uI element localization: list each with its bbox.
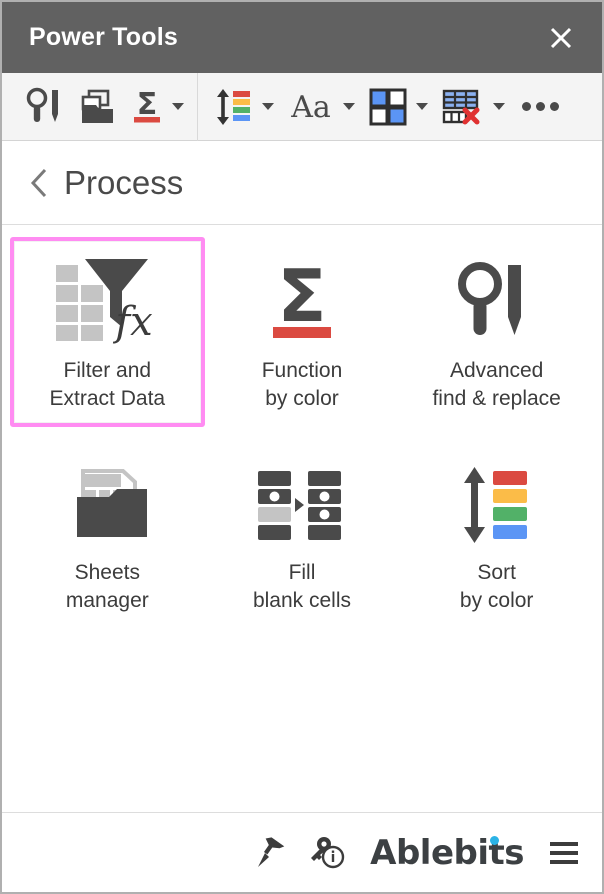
toolbar-ellipsis-icon[interactable] [512, 102, 569, 111]
brand-logo[interactable]: Ablebits [370, 833, 524, 873]
page-title: Power Tools [29, 23, 178, 51]
tool-label-line-1: Filter and [63, 359, 152, 382]
toolbar-caret-sort-by-color[interactable] [262, 103, 274, 110]
arrows-color-bars-icon [451, 455, 543, 555]
tool-tile-label: Function by color [262, 357, 343, 413]
tool-label-line-1: Sheets [74, 561, 141, 584]
svg-text:Aa: Aa [290, 90, 331, 125]
toolbar: Σ Aa [2, 72, 602, 141]
svg-text:Σ: Σ [277, 257, 326, 338]
toolbar-caret-randomize[interactable] [416, 103, 428, 110]
toolbar-arrows-color-bars-icon[interactable] [206, 81, 260, 133]
tool-tile-sort-by-color[interactable]: Sort by color [399, 439, 594, 629]
tools-grid: fx Filter and Extract Data Σ Function by… [10, 237, 594, 629]
toolbar-four-squares-icon[interactable] [362, 81, 414, 133]
tool-label-line-2: by color [459, 589, 534, 612]
tool-label-line-1: Function [261, 359, 343, 382]
tool-label-line-2: find & replace [432, 387, 561, 410]
toolbar-caret-clear-table[interactable] [493, 103, 505, 110]
tool-label-line-2: Extract Data [49, 387, 166, 410]
tool-label-line-1: Fill [288, 561, 316, 584]
sigma-red-underline-icon: Σ [262, 253, 342, 353]
titlebar: Power Tools [2, 2, 602, 73]
tool-label-line-2: by color [265, 387, 339, 410]
tool-tile-filter-and-extract-data[interactable]: fx Filter and Extract Data [10, 237, 205, 427]
toolbar-table-clear-icon[interactable] [435, 81, 491, 133]
tool-tile-advanced-find-replace[interactable]: Advanced find & replace [399, 237, 594, 427]
power-tools-panel: Power Tools Σ Aa Process fx Filter and E… [0, 0, 604, 894]
tool-tile-label: Filter and Extract Data [50, 357, 166, 413]
pin-icon[interactable] [252, 836, 286, 870]
magnifier-pencil-icon [451, 253, 543, 353]
breadcrumb[interactable]: Process [2, 141, 602, 225]
toolbar-folder-sheets-icon[interactable] [72, 81, 124, 133]
folder-sheets-icon [61, 455, 153, 555]
chevron-left-icon[interactable] [28, 166, 50, 200]
close-icon[interactable] [542, 19, 580, 57]
fill-blank-cells-icon [256, 455, 348, 555]
tool-tile-label: Fill blank cells [253, 559, 351, 615]
brand-label: Ablebits [370, 832, 524, 873]
toolbar-magnifier-pencil-icon[interactable] [16, 81, 72, 133]
breadcrumb-label: Process [64, 163, 184, 201]
toolbar-group-2: Aa [206, 73, 569, 140]
tool-tile-fill-blank-cells[interactable]: Fill blank cells [205, 439, 400, 629]
toolbar-aa-text-icon[interactable]: Aa [281, 81, 341, 133]
tool-tile-label: Sort by color [460, 559, 534, 615]
toolbar-caret-function-by-color[interactable] [172, 103, 184, 110]
key-info-icon[interactable] [308, 833, 348, 873]
tools-grid-area: fx Filter and Extract Data Σ Function by… [2, 225, 602, 812]
svg-text:Σ: Σ [137, 87, 158, 122]
svg-text:fx: fx [113, 299, 153, 345]
tool-tile-function-by-color[interactable]: Σ Function by color [205, 237, 400, 427]
toolbar-sigma-red-underline-icon[interactable]: Σ [124, 81, 170, 133]
footer: Ablebits [2, 812, 602, 892]
funnel-fx-icon: fx [52, 253, 162, 353]
brand-dot-icon [490, 835, 500, 845]
tool-tile-label: Sheets manager [66, 559, 149, 615]
toolbar-caret-text-tools[interactable] [343, 103, 355, 110]
hamburger-menu-icon[interactable] [546, 838, 582, 868]
tool-tile-label: Advanced find & replace [432, 357, 560, 413]
toolbar-group-1: Σ [2, 73, 191, 140]
tool-label-line-1: Sort [477, 561, 516, 584]
tool-label-line-1: Advanced [449, 359, 544, 382]
tool-label-line-2: blank cells [252, 589, 352, 612]
toolbar-separator [197, 72, 198, 141]
tool-tile-sheets-manager[interactable]: Sheets manager [10, 439, 205, 629]
tool-label-line-2: manager [65, 589, 149, 612]
